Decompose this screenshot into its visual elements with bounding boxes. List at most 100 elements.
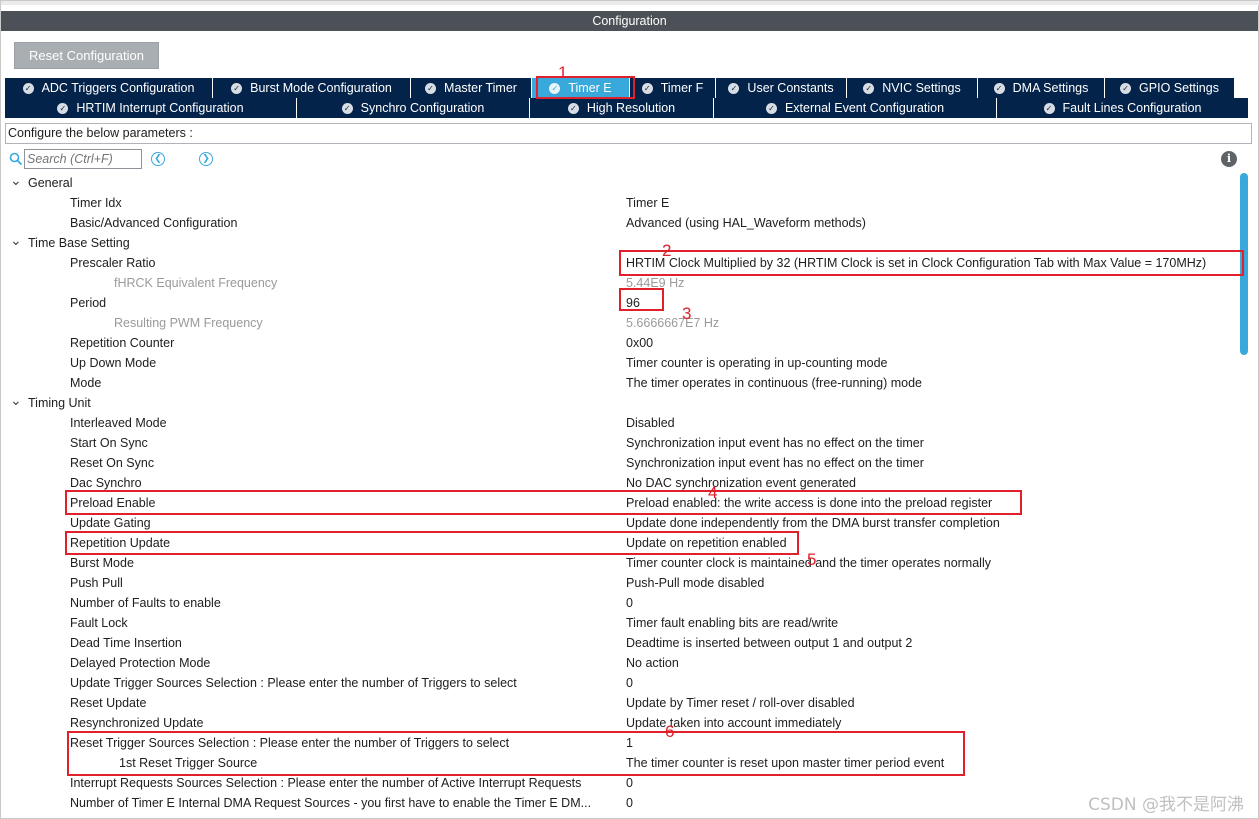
param-row[interactable]: Resulting PWM Frequency 5.6666667E7 Hz	[1, 313, 1241, 333]
tab-master-timer[interactable]: ✓ Master Timer	[411, 78, 532, 98]
param-row[interactable]: Interrupt Requests Sources Selection : P…	[1, 773, 1241, 793]
chevron-down-icon[interactable]: ⌄	[10, 233, 22, 247]
param-row[interactable]: Burst Mode Timer counter clock is maintai…	[1, 553, 1241, 573]
annotation-box-preload-enable	[65, 490, 1022, 515]
param-row[interactable]: Reset Update Update by Timer reset / roll…	[1, 693, 1241, 713]
chevron-down-icon[interactable]: ⌄	[10, 173, 22, 187]
reset-configuration-button[interactable]: Reset Configuration	[14, 42, 159, 69]
param-label: Number of Faults to enable	[70, 596, 221, 610]
check-icon: ✓	[57, 102, 69, 114]
annotation-box-period	[619, 288, 664, 311]
param-value[interactable]: No action	[626, 653, 679, 673]
param-value[interactable]: 5.6666667E7 Hz	[626, 313, 719, 333]
annotation-box-prescaler	[619, 250, 1244, 276]
param-row[interactable]: Resynchronized Update Update taken into a…	[1, 713, 1241, 733]
param-value[interactable]: Update done independently from the DMA b…	[626, 513, 1000, 533]
param-row[interactable]: Number of Faults to enable 0	[1, 593, 1241, 613]
watermark: CSDN @我不是阿沸	[1088, 795, 1244, 815]
param-value[interactable]: Timer E	[626, 193, 669, 213]
param-row[interactable]: Repetition Counter 0x00	[1, 333, 1241, 353]
annotation-number: 2	[662, 241, 672, 260]
param-row[interactable]: Start On Sync Synchronization input event…	[1, 433, 1241, 453]
tab-user-constants[interactable]: ✓ User Constants	[716, 78, 847, 98]
param-row[interactable]: Up Down Mode Timer counter is operating i…	[1, 353, 1241, 373]
param-row[interactable]: Number of Timer E Internal DMA Request S…	[1, 793, 1241, 813]
search-toolbar: ❮ ❯ i	[9, 149, 1249, 169]
param-value[interactable]: Update taken into account immediately	[626, 713, 841, 733]
param-value[interactable]: Timer counter is operating in up-countin…	[626, 353, 887, 373]
tab-label: High Resolution	[586, 101, 676, 115]
chevron-down-icon[interactable]: ⌄	[10, 393, 22, 407]
tab-label: External Event Configuration	[784, 101, 945, 115]
tab-adc-triggers-configuration[interactable]: ✓ ADC Triggers Configuration	[5, 78, 213, 98]
param-label: Timer Idx	[70, 196, 122, 210]
annotation-number: 5	[807, 550, 817, 569]
tab-hrtim-interrupt-configuration[interactable]: ✓ HRTIM Interrupt Configuration	[5, 98, 297, 118]
param-value[interactable]: 0	[626, 793, 633, 813]
param-row[interactable]: Basic/Advanced Configuration Advanced (us…	[1, 213, 1241, 233]
tab-synchro-configuration[interactable]: ✓ Synchro Configuration	[297, 98, 530, 118]
chevron-left-icon[interactable]: ❮	[151, 152, 165, 166]
param-value[interactable]: Timer fault enabling bits are read/write	[626, 613, 838, 633]
param-row[interactable]: Delayed Protection Mode No action	[1, 653, 1241, 673]
param-value[interactable]: 0	[626, 673, 633, 693]
top-strip	[1, 1, 1259, 5]
check-icon: ✓	[765, 102, 777, 114]
param-value[interactable]: Disabled	[626, 413, 675, 433]
tab-timer-f[interactable]: ✓ Timer F	[630, 78, 716, 98]
check-icon: ✓	[341, 102, 353, 114]
param-value[interactable]: The timer operates in continuous (free-r…	[626, 373, 922, 393]
tab-nvic-settings[interactable]: ✓ NVIC Settings	[847, 78, 978, 98]
param-value[interactable]: 0	[626, 593, 633, 613]
check-icon: ✓	[863, 82, 875, 94]
info-icon[interactable]: i	[1221, 151, 1237, 167]
tab-label: NVIC Settings	[882, 81, 961, 95]
param-label: Resulting PWM Frequency	[114, 316, 263, 330]
tab-burst-mode-configuration[interactable]: ✓ Burst Mode Configuration	[213, 78, 411, 98]
tab-label: Fault Lines Configuration	[1062, 101, 1202, 115]
tab-fault-lines-configuration[interactable]: ✓ Fault Lines Configuration	[997, 98, 1249, 118]
param-value[interactable]: 0x00	[626, 333, 653, 353]
param-row[interactable]: Push Pull Push-Pull mode disabled	[1, 573, 1241, 593]
tab-label: Burst Mode Configuration	[250, 81, 392, 95]
param-value[interactable]: Update by Timer reset / roll-over disabl…	[626, 693, 855, 713]
param-value[interactable]: Synchronization input event has no effec…	[626, 433, 924, 453]
group-timing-unit[interactable]: ⌄ Timing Unit	[1, 393, 1241, 413]
param-row[interactable]: Mode The timer operates in continuous (fr…	[1, 373, 1241, 393]
check-icon: ✓	[231, 82, 243, 94]
tab-gpio-settings[interactable]: ✓ GPIO Settings	[1105, 78, 1235, 98]
param-value[interactable]: Deadtime is inserted between output 1 an…	[626, 633, 912, 653]
group-general[interactable]: ⌄ General	[1, 173, 1241, 193]
param-row[interactable]: Timer Idx Timer E	[1, 193, 1241, 213]
param-label: Number of Timer E Internal DMA Request S…	[70, 796, 592, 810]
configure-parameters-header: Configure the below parameters :	[5, 123, 1252, 144]
param-value[interactable]: 0	[626, 773, 633, 793]
chevron-right-icon[interactable]: ❯	[199, 152, 213, 166]
param-row[interactable]: Update Trigger Sources Selection : Pleas…	[1, 673, 1241, 693]
tab-label: User Constants	[747, 81, 834, 95]
group-label: Time Base Setting	[28, 236, 130, 250]
param-row[interactable]: Interleaved Mode Disabled	[1, 413, 1241, 433]
annotation-box-reset-trigger	[67, 731, 965, 776]
tab-high-resolution[interactable]: ✓ High Resolution	[530, 98, 714, 118]
param-value[interactable]: Push-Pull mode disabled	[626, 573, 764, 593]
group-label: General	[28, 176, 73, 190]
param-label: Mode	[70, 376, 102, 390]
param-row[interactable]: Reset On Sync Synchronization input event…	[1, 453, 1241, 473]
param-value[interactable]: Advanced (using HAL_Waveform methods)	[626, 213, 866, 233]
search-input[interactable]	[24, 149, 142, 169]
param-label: Start On Sync	[70, 436, 148, 450]
param-label: Interrupt Requests Sources Selection : P…	[70, 776, 582, 790]
param-label: Burst Mode	[70, 556, 134, 570]
param-label: Repetition Counter	[70, 336, 175, 350]
param-row[interactable]: Dead Time Insertion Deadtime is inserted …	[1, 633, 1241, 653]
tab-bar-row-2: ✓ HRTIM Interrupt Configuration ✓ Synchro C…	[5, 98, 1249, 118]
param-value[interactable]: Synchronization input event has no effec…	[626, 453, 924, 473]
tab-external-event-configuration[interactable]: ✓ External Event Configuration	[714, 98, 997, 118]
param-row[interactable]: Update Gating Update done independently f…	[1, 513, 1241, 533]
param-label: Fault Lock	[70, 616, 128, 630]
tab-dma-settings[interactable]: ✓ DMA Settings	[978, 78, 1105, 98]
param-row[interactable]: Fault Lock Timer fault enabling bits are …	[1, 613, 1241, 633]
check-icon: ✓	[22, 82, 34, 94]
search-icon[interactable]	[9, 152, 23, 166]
